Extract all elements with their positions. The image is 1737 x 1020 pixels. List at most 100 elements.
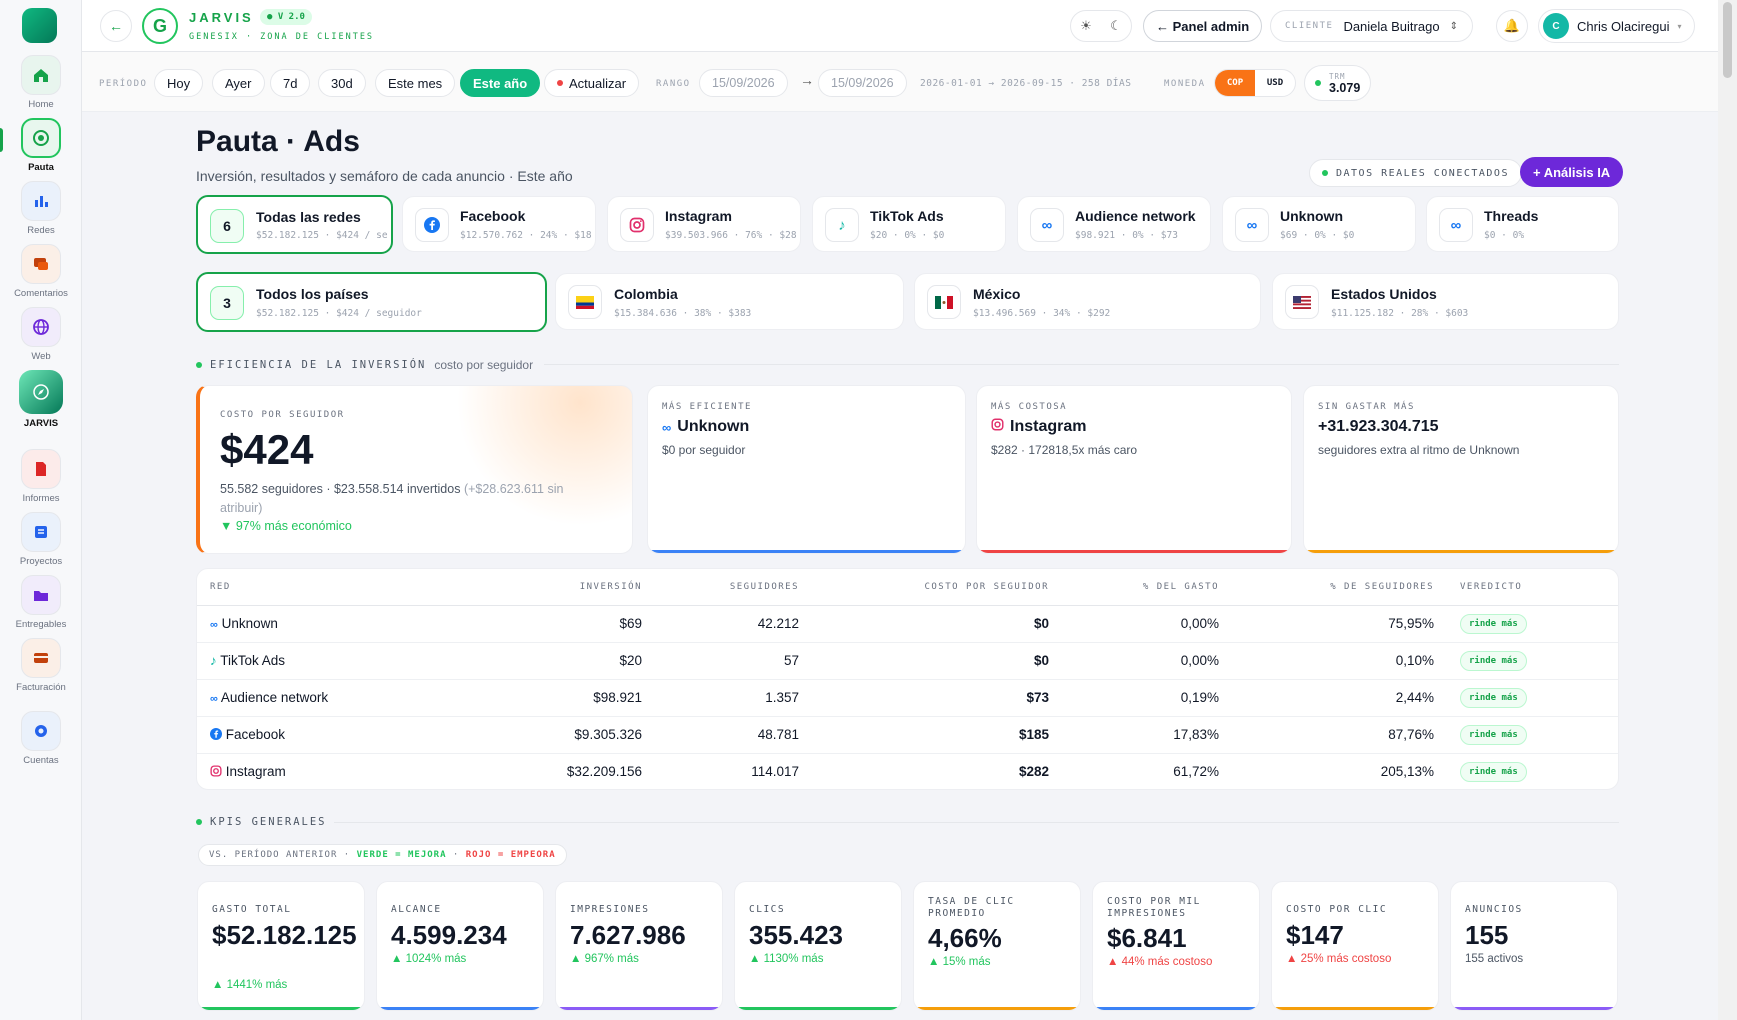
- network-meta: $12.570.762 · 24% · $18: [460, 230, 592, 241]
- sidebar-item-entregables[interactable]: Entregables: [0, 575, 82, 630]
- kpi-delta: ▲ 1441% más: [212, 979, 288, 991]
- live-data-badge: DATOS REALES CONECTADOS: [1309, 159, 1522, 187]
- sun-icon[interactable]: ☀: [1080, 18, 1092, 34]
- network-card-tiktok[interactable]: ♪ TikTok Ads $20 · 0% · $0: [812, 196, 1006, 252]
- sidebar-item-informes[interactable]: Informes: [0, 449, 82, 504]
- col-pct-seguidores: % DE SEGUIDORES: [1232, 569, 1447, 606]
- sidebar-item-label: Facturación: [16, 682, 66, 693]
- user-menu[interactable]: C Chris Olaciregui ▾: [1538, 9, 1695, 43]
- brand-name: JARVIS: [189, 10, 254, 25]
- network-card-threads[interactable]: ∞ Threads $0 · 0%: [1426, 196, 1619, 252]
- country-card-mexico[interactable]: México $13.496.569 · 34% · $292: [914, 273, 1261, 330]
- network-card-unknown[interactable]: ∞ Unknown $69 · 0% · $0: [1222, 196, 1416, 252]
- cell-gasto: 0,00%: [1062, 642, 1232, 680]
- country-meta: $11.125.182 · 28% · $603: [1331, 308, 1469, 319]
- country-card-all[interactable]: 3 Todos los países $52.182.125 · $424 / …: [196, 272, 547, 332]
- sidebar-item-label: Entregables: [15, 619, 67, 630]
- kpi-delta: ▲ 25% más costoso: [1286, 953, 1392, 965]
- date-to-input[interactable]: 15/09/2026: [818, 69, 907, 97]
- period-hoy[interactable]: Hoy: [154, 69, 204, 97]
- currency-usd[interactable]: USD: [1255, 70, 1295, 96]
- avatar: C: [1543, 13, 1569, 39]
- back-arrow-icon[interactable]: ←: [100, 10, 132, 42]
- table-row[interactable]: ♪ TikTok Ads $20 57 $0 0,00% 0,10% rinde…: [197, 642, 1618, 680]
- ai-analysis-button[interactable]: + Análisis IA: [1520, 157, 1624, 187]
- card-title: ∞ Unknown: [662, 418, 749, 436]
- cell-inversion: $98.921: [497, 679, 655, 717]
- brand-logo: G: [142, 8, 178, 44]
- col-gasto: % DEL GASTO: [1062, 569, 1232, 606]
- network-card-audience[interactable]: ∞ Audience network $98.921 · 0% · $73: [1017, 196, 1211, 252]
- period-ayer[interactable]: Ayer: [212, 69, 265, 97]
- verdict-badge: rinde más: [1460, 613, 1527, 634]
- accent-bar: [198, 1007, 364, 1010]
- sidebar-item-label: Web: [31, 351, 51, 362]
- cell-seguidores: 48.781: [655, 716, 812, 754]
- sidebar-item-facturacion[interactable]: Facturación: [0, 638, 82, 693]
- date-from-input[interactable]: 15/09/2026: [699, 69, 788, 97]
- client-value: Daniela Buitrago: [1343, 18, 1440, 34]
- table-row[interactable]: ∞ Unknown $69 42.212 $0 0,00% 75,95% rin…: [197, 605, 1618, 643]
- network-meta: $39.503.966 · 76% · $28: [665, 230, 797, 241]
- tiktok-icon: ♪: [210, 653, 217, 668]
- refresh-button[interactable]: Actualizar: [544, 69, 640, 97]
- sidebar-item-web[interactable]: Web: [0, 307, 82, 362]
- period-30d[interactable]: 30d: [318, 69, 366, 97]
- period-7d[interactable]: 7d: [270, 69, 311, 97]
- country-card-colombia[interactable]: Colombia $15.384.636 · 38% · $383: [555, 273, 904, 330]
- cell-veredicto: rinde más: [1447, 753, 1618, 789]
- table-row[interactable]: Instagram $32.209.156 114.017 $282 61,72…: [197, 753, 1618, 789]
- col-costo: COSTO POR SEGUIDOR: [812, 569, 1062, 606]
- cell-pct-seguidores: 0,10%: [1232, 642, 1447, 680]
- sidebar-item-home[interactable]: Home: [0, 55, 82, 110]
- kpi-label: ANUNCIOS: [1465, 904, 1523, 915]
- network-name: Todas las redes: [256, 209, 361, 225]
- cell-red: Instagram: [197, 753, 497, 789]
- sidebar-item-jarvis[interactable]: JARVIS: [0, 370, 82, 429]
- currency-cop[interactable]: COP: [1215, 70, 1255, 96]
- period-este-mes[interactable]: Este mes: [375, 69, 456, 97]
- table-row[interactable]: Facebook $9.305.326 48.781 $185 17,83% 8…: [197, 716, 1618, 754]
- accent-bar: [914, 1007, 1080, 1010]
- accent-bar: [735, 1007, 901, 1010]
- home-icon: [21, 55, 61, 95]
- network-card-all[interactable]: 6 Todas las redes $52.182.125 · $424 / s…: [196, 195, 393, 254]
- network-card-facebook[interactable]: Facebook $12.570.762 · 24% · $18: [402, 196, 596, 252]
- sidebar-item-label: Home: [28, 99, 54, 110]
- moon-icon[interactable]: ☾: [1110, 18, 1122, 34]
- cell-gasto: 61,72%: [1173, 764, 1219, 780]
- sidebar-item-label: Proyectos: [19, 556, 63, 567]
- period-este-ano[interactable]: Este año: [460, 69, 541, 97]
- app-logo[interactable]: [22, 8, 57, 43]
- country-name: Todos los países: [256, 286, 369, 302]
- panel-admin-button[interactable]: ← Panel admin: [1143, 10, 1263, 42]
- table-header-row: RED INVERSIÓN SEGUIDORES COSTO POR SEGUI…: [197, 569, 1618, 606]
- table-row[interactable]: ∞ Audience network $98.921 1.357 $73 0,1…: [197, 679, 1618, 717]
- card-desc: $282 · 172818,5x más caro: [991, 443, 1138, 457]
- cost-per-follower-card: COSTO POR SEGUIDOR $424 55.582 seguidore…: [196, 385, 633, 554]
- section-header-efficiency: EFICIENCIA DE LA INVERSIÓN costo por seg…: [196, 358, 533, 372]
- sidebar-item-redes[interactable]: Redes: [0, 181, 82, 236]
- trm-display: TRM 3.079: [1304, 65, 1372, 101]
- theme-toggle[interactable]: ☀ ☾: [1070, 10, 1132, 42]
- scrollbar[interactable]: [1718, 0, 1737, 1020]
- cell-pct-seguidores: 87,76%: [1232, 716, 1447, 754]
- scrollbar-thumb[interactable]: [1723, 2, 1732, 78]
- sidebar-item-cuentas[interactable]: Cuentas: [0, 711, 82, 766]
- page-subtitle: Inversión, resultados y semáforo de cada…: [196, 168, 573, 184]
- cell-pct-seguidores: 205,13%: [1380, 764, 1434, 780]
- cell-inversion: $69: [497, 605, 655, 643]
- sidebar-item-proyectos[interactable]: Proyectos: [0, 512, 82, 567]
- sidebar-item-pauta[interactable]: Pauta: [0, 118, 82, 173]
- chevron-down-icon: ▾: [1677, 21, 1682, 31]
- verdict-badge: rinde más: [1460, 650, 1527, 671]
- sidebar-item-comentarios[interactable]: Comentarios: [0, 244, 82, 299]
- card-desc: seguidores extra al ritmo de Unknown: [1318, 443, 1520, 457]
- currency-toggle[interactable]: COP USD: [1214, 69, 1296, 97]
- bell-icon[interactable]: 🔔: [1496, 10, 1528, 42]
- kpi-value: $52.182.125: [212, 920, 357, 950]
- client-selector[interactable]: CLIENTE Daniela Buitrago ⇕: [1270, 10, 1473, 42]
- country-card-usa[interactable]: Estados Unidos $11.125.182 · 28% · $603: [1272, 273, 1619, 330]
- country-name: Colombia: [614, 286, 678, 302]
- network-card-instagram[interactable]: Instagram $39.503.966 · 76% · $28: [607, 196, 801, 252]
